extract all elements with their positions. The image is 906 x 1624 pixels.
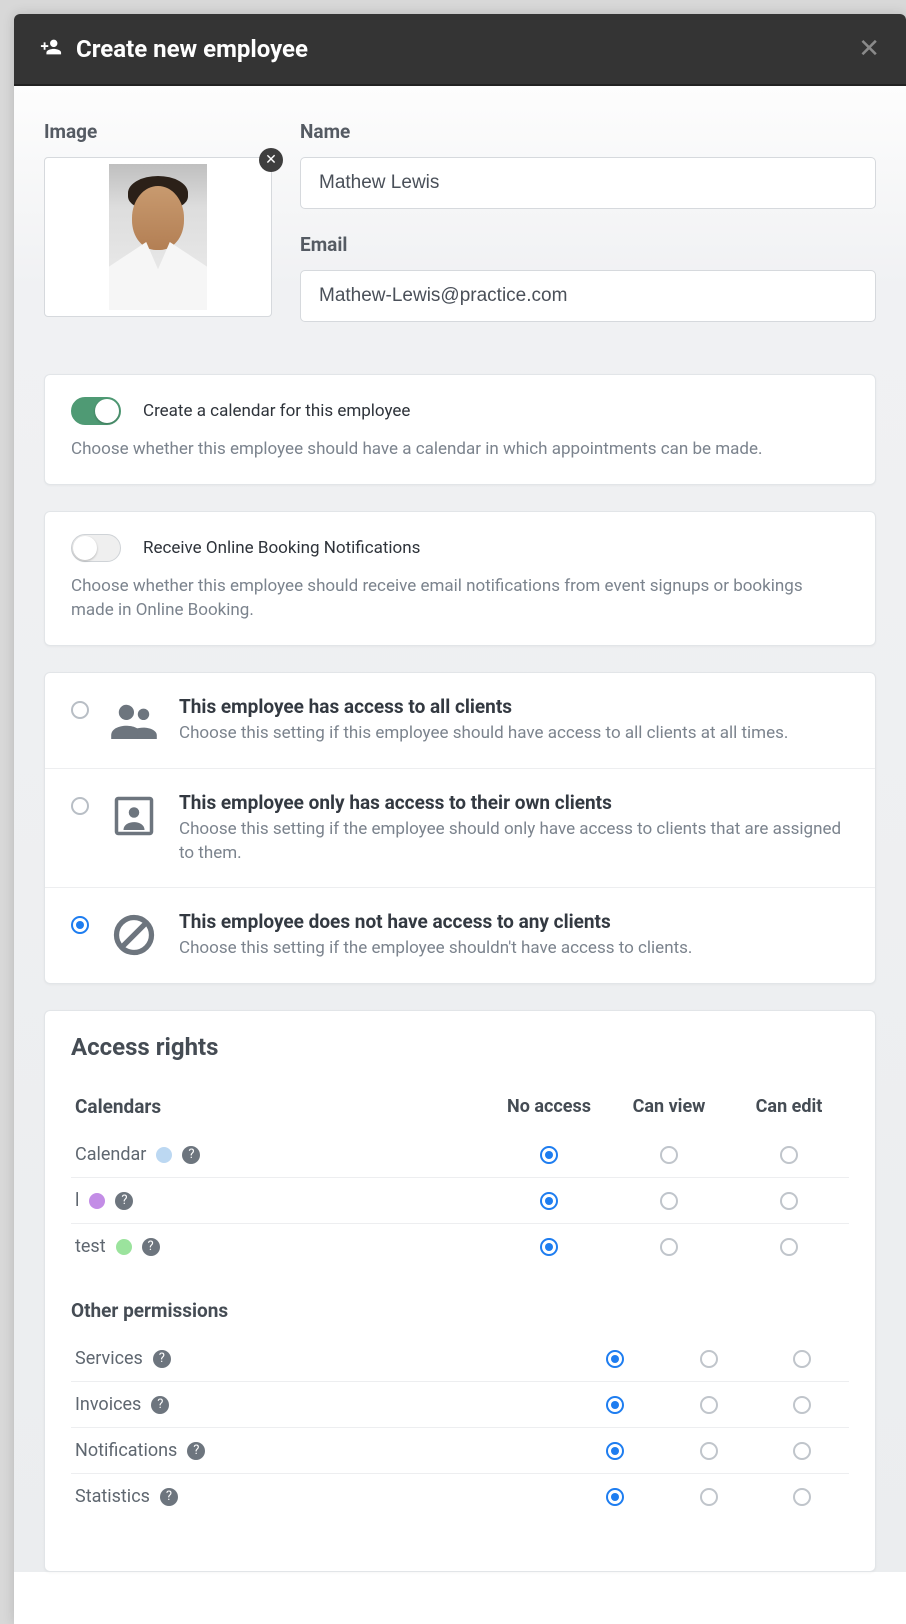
permission-radio[interactable] xyxy=(540,1192,558,1210)
table-row: Statistics? xyxy=(71,1474,849,1520)
other-permissions-table: Services? Invoices? Notifications? Statisti… xyxy=(71,1336,849,1519)
modal-body: Image ✕ Name xyxy=(14,86,906,1572)
option-title: This employee has access to all clients xyxy=(179,695,788,718)
calendars-label: Calendars xyxy=(75,1095,161,1118)
option-desc: Choose this setting if the employee shou… xyxy=(179,937,692,961)
permission-label: test? xyxy=(75,1236,485,1257)
help-icon[interactable]: ? xyxy=(153,1350,171,1368)
permission-radio[interactable] xyxy=(793,1488,811,1506)
option-title: This employee does not have access to an… xyxy=(179,910,692,933)
access-rights-title: Access rights xyxy=(71,1033,849,1061)
other-permissions-label: Other permissions xyxy=(71,1299,849,1322)
color-dot xyxy=(89,1193,105,1209)
notifications-toggle[interactable] xyxy=(71,534,121,562)
permission-radio[interactable] xyxy=(540,1146,558,1164)
email-label: Email xyxy=(300,233,876,256)
close-icon[interactable]: ✕ xyxy=(858,34,880,64)
permission-radio[interactable] xyxy=(793,1350,811,1368)
permission-radio[interactable] xyxy=(780,1238,798,1256)
name-label: Name xyxy=(300,120,876,143)
help-icon[interactable]: ? xyxy=(160,1488,178,1506)
modal-header: Create new employee ✕ xyxy=(14,14,906,86)
permission-label: l? xyxy=(75,1190,485,1211)
color-dot xyxy=(156,1147,172,1163)
help-icon[interactable]: ? xyxy=(142,1238,160,1256)
access-rights-card: Access rights Calendars No access Can vi… xyxy=(44,1010,876,1572)
permission-label: Notifications? xyxy=(75,1440,564,1461)
image-label: Image xyxy=(44,120,272,143)
avatar xyxy=(109,164,207,310)
option-desc: Choose this setting if the employee shou… xyxy=(179,818,849,866)
name-input[interactable] xyxy=(300,157,876,209)
help-icon[interactable]: ? xyxy=(187,1442,205,1460)
modal-title: Create new employee xyxy=(76,35,308,63)
radio-all-clients[interactable] xyxy=(71,701,89,719)
permission-radio[interactable] xyxy=(700,1350,718,1368)
calendar-toggle[interactable] xyxy=(71,397,121,425)
permission-radio[interactable] xyxy=(660,1238,678,1256)
radio-no-clients[interactable] xyxy=(71,916,89,934)
notifications-toggle-label: Receive Online Booking Notifications xyxy=(143,538,420,558)
option-title: This employee only has access to their o… xyxy=(179,791,849,814)
help-icon[interactable]: ? xyxy=(151,1396,169,1414)
permission-label: Services? xyxy=(75,1348,564,1369)
radio-own-clients[interactable] xyxy=(71,797,89,815)
create-employee-modal: Create new employee ✕ Image ✕ xyxy=(14,14,906,1624)
table-row: Notifications? xyxy=(71,1428,849,1474)
permission-radio[interactable] xyxy=(606,1442,624,1460)
permission-radio[interactable] xyxy=(700,1396,718,1414)
permission-radio[interactable] xyxy=(606,1488,624,1506)
calendar-toggle-label: Create a calendar for this employee xyxy=(143,401,410,421)
col-can-view: Can view xyxy=(609,1087,729,1132)
table-row: l? xyxy=(71,1178,849,1224)
permission-radio[interactable] xyxy=(540,1238,558,1256)
permission-radio[interactable] xyxy=(700,1488,718,1506)
permission-label: Calendar? xyxy=(75,1144,485,1165)
col-can-edit: Can edit xyxy=(729,1087,849,1132)
client-access-option-all[interactable]: This employee has access to all clients … xyxy=(45,673,875,769)
table-row: Services? xyxy=(71,1336,849,1382)
permission-radio[interactable] xyxy=(606,1396,624,1414)
permission-radio[interactable] xyxy=(780,1146,798,1164)
permission-radio[interactable] xyxy=(793,1442,811,1460)
person-box-icon xyxy=(111,793,157,839)
permission-radio[interactable] xyxy=(793,1396,811,1414)
help-icon[interactable]: ? xyxy=(115,1192,133,1210)
help-icon[interactable]: ? xyxy=(182,1146,200,1164)
client-access-option-own[interactable]: This employee only has access to their o… xyxy=(45,769,875,889)
calendars-permissions-table: Calendars No access Can view Can edit Ca… xyxy=(71,1087,849,1269)
color-dot xyxy=(116,1239,132,1255)
client-access-card: This employee has access to all clients … xyxy=(44,672,876,984)
permission-radio[interactable] xyxy=(780,1192,798,1210)
permission-radio[interactable] xyxy=(700,1442,718,1460)
permission-label: Statistics? xyxy=(75,1486,564,1507)
calendar-toggle-card: Create a calendar for this employee Choo… xyxy=(44,374,876,485)
block-icon xyxy=(111,912,157,958)
people-icon xyxy=(111,697,157,743)
col-no-access: No access xyxy=(489,1087,609,1132)
notifications-toggle-card: Receive Online Booking Notifications Cho… xyxy=(44,511,876,646)
calendar-toggle-help: Choose whether this employee should have… xyxy=(71,437,849,462)
option-desc: Choose this setting if this employee sho… xyxy=(179,722,788,746)
table-row: Calendar? xyxy=(71,1132,849,1178)
permission-label: Invoices? xyxy=(75,1394,564,1415)
table-row: test? xyxy=(71,1224,849,1270)
client-access-option-none[interactable]: This employee does not have access to an… xyxy=(45,888,875,983)
email-input[interactable] xyxy=(300,270,876,322)
permission-radio[interactable] xyxy=(660,1192,678,1210)
permission-radio[interactable] xyxy=(660,1146,678,1164)
employee-image[interactable]: ✕ xyxy=(44,157,272,317)
notifications-toggle-help: Choose whether this employee should rece… xyxy=(71,574,849,623)
table-row: Invoices? xyxy=(71,1382,849,1428)
permission-radio[interactable] xyxy=(606,1350,624,1368)
remove-image-icon[interactable]: ✕ xyxy=(259,148,283,172)
add-person-icon xyxy=(40,36,62,62)
